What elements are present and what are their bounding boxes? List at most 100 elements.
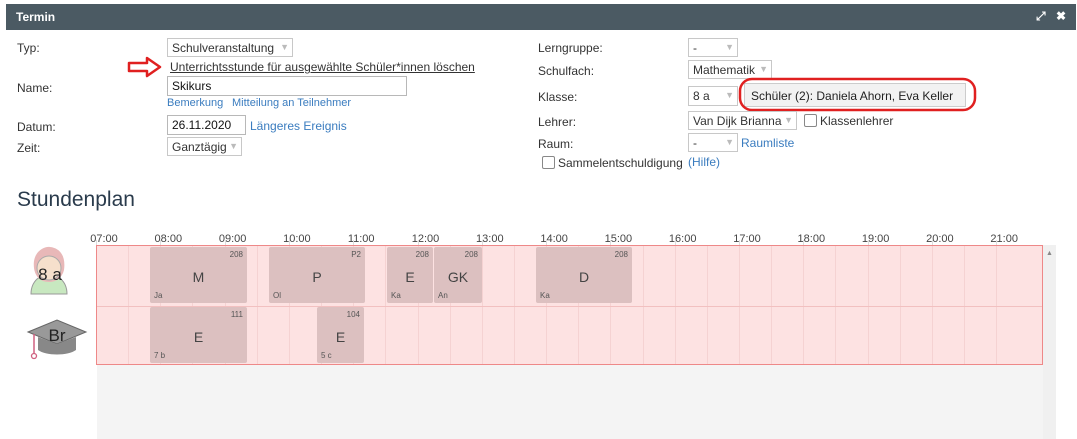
grid-line — [739, 246, 740, 364]
datum-label: Datum: — [17, 120, 56, 134]
lesson-teacher: Ka — [391, 291, 401, 300]
hour-label: 15:00 — [604, 233, 633, 245]
lehrer-select[interactable]: Van Dijk Brianna ▼ — [688, 111, 797, 130]
lesson-block[interactable]: 208 GK An — [434, 247, 482, 303]
chevron-down-icon: ▼ — [725, 137, 734, 147]
klasse-select[interactable]: 8 a ▼ — [688, 86, 738, 106]
klasse-label: Klasse: — [538, 90, 578, 104]
dialog-title: Termin — [16, 10, 56, 24]
zeit-select[interactable]: Ganztägig ▼ — [167, 137, 242, 156]
mitteilung-link[interactable]: Mitteilung an Teilnehmer — [232, 97, 351, 109]
hilfe-link[interactable]: (Hilfe) — [688, 155, 720, 169]
hour-label: 10:00 — [283, 233, 311, 245]
lesson-room: 208 — [415, 250, 429, 259]
hour-label: 11:00 — [347, 233, 375, 245]
klassenlehrer-checkbox[interactable] — [804, 114, 817, 127]
zeit-label: Zeit: — [17, 141, 41, 155]
grid-line — [932, 246, 933, 364]
chevron-down-icon: ▼ — [725, 90, 734, 100]
grid-line — [835, 246, 836, 364]
hour-label: 08:00 — [154, 233, 183, 245]
grid-line — [257, 246, 258, 364]
klassenlehrer-label: Klassenlehrer — [820, 114, 894, 128]
zeit-value: Ganztägig — [172, 140, 227, 154]
hour-label: 21:00 — [990, 233, 1018, 245]
raum-select[interactable]: - ▼ — [688, 133, 738, 152]
schulfach-value: Mathematik — [693, 63, 756, 77]
red-highlight-annotation — [738, 77, 977, 112]
expand-icon[interactable]: ⤢ — [1036, 9, 1046, 24]
lesson-room: 208 — [464, 250, 478, 259]
hour-label: 14:00 — [540, 233, 568, 245]
lehrer-value: Van Dijk Brianna — [693, 114, 782, 128]
lesson-block[interactable]: 208 D Ka — [536, 247, 632, 303]
lesson-block[interactable]: P2 P Ol — [269, 247, 365, 303]
typ-select[interactable]: Schulveranstaltung ▼ — [167, 38, 293, 57]
grid-line — [771, 246, 772, 364]
row-label-8a: 8 a — [38, 265, 62, 284]
raumliste-link[interactable]: Raumliste — [741, 136, 794, 150]
hour-label: 17:00 — [733, 233, 761, 245]
sammelentschuldigung-checkbox[interactable] — [542, 156, 555, 169]
lehrer-label: Lehrer: — [538, 115, 577, 129]
lesson-subject: D — [578, 269, 590, 285]
lesson-room: 104 — [346, 310, 360, 319]
grid-line — [900, 246, 901, 364]
name-input[interactable]: Skikurs — [167, 76, 407, 96]
lesson-subject: E — [405, 269, 415, 285]
chevron-down-icon: ▼ — [759, 64, 768, 74]
name-label: Name: — [17, 81, 53, 95]
timeline-scrollbar[interactable]: ▲ — [1043, 245, 1056, 439]
lesson-block[interactable]: 104 E 5 c — [317, 307, 364, 363]
typ-label: Typ: — [17, 41, 40, 55]
grid-line — [128, 246, 129, 364]
lesson-room: 111 — [230, 310, 243, 319]
datum-input[interactable]: 26.11.2020 — [167, 115, 246, 135]
chevron-down-icon: ▼ — [784, 115, 793, 125]
timeline-empty-area — [97, 365, 1043, 439]
grid-line — [385, 246, 386, 364]
lerngruppe-label: Lerngruppe: — [538, 41, 603, 55]
scroll-up-icon[interactable]: ▲ — [1046, 250, 1053, 257]
grid-line — [707, 246, 708, 364]
close-icon[interactable]: ✖ — [1056, 9, 1066, 23]
lesson-block[interactable]: 208 M Ja — [150, 247, 247, 303]
hour-label: 18:00 — [797, 233, 826, 245]
lesson-room: 208 — [229, 250, 243, 259]
row-label-br: Br — [48, 326, 66, 345]
lesson-subject: GK — [447, 269, 469, 285]
hour-label: 09:00 — [218, 233, 247, 245]
hour-label: 12:00 — [411, 233, 440, 245]
chevron-down-icon: ▼ — [229, 141, 238, 151]
hour-label: 19:00 — [861, 233, 890, 245]
grid-line — [482, 246, 483, 364]
klasse-value: 8 a — [693, 89, 710, 103]
delete-lessons-link[interactable]: Unterrichtsstunde für ausgewählte Schüle… — [170, 60, 475, 74]
lerngruppe-value: - — [693, 41, 697, 55]
chevron-down-icon: ▼ — [725, 42, 734, 52]
lesson-subject: P — [312, 269, 322, 285]
grid-line — [514, 246, 515, 364]
grid-line — [643, 246, 644, 364]
raum-value: - — [693, 136, 697, 150]
lesson-block[interactable]: 208 E Ka — [387, 247, 433, 303]
sammelentschuldigung-label: Sammelentschuldigung — [558, 156, 683, 170]
lesson-block[interactable]: 111 E 7 b — [150, 307, 247, 363]
grid-line — [803, 246, 804, 364]
hour-label: 07:00 — [90, 233, 118, 245]
stundenplan-heading: Stundenplan — [17, 188, 135, 211]
lesson-teacher: 7 b — [154, 351, 166, 360]
typ-value: Schulveranstaltung — [172, 41, 275, 55]
grid-line — [675, 246, 676, 364]
lesson-room: 208 — [614, 250, 628, 259]
dialog-titlebar: Termin ⤢ ✖ — [6, 4, 1076, 30]
lerngruppe-select[interactable]: - ▼ — [688, 38, 738, 57]
hour-label: 13:00 — [476, 233, 504, 245]
bemerkung-link[interactable]: Bemerkung — [167, 97, 223, 109]
schulfach-label: Schulfach: — [538, 64, 595, 78]
grid-line — [868, 246, 869, 364]
laengeres-ereignis-link[interactable]: Längeres Ereignis — [250, 119, 347, 133]
red-arrow-annotation — [127, 56, 162, 78]
lesson-teacher: 5 c — [321, 351, 332, 360]
lesson-teacher: Ja — [154, 291, 163, 300]
